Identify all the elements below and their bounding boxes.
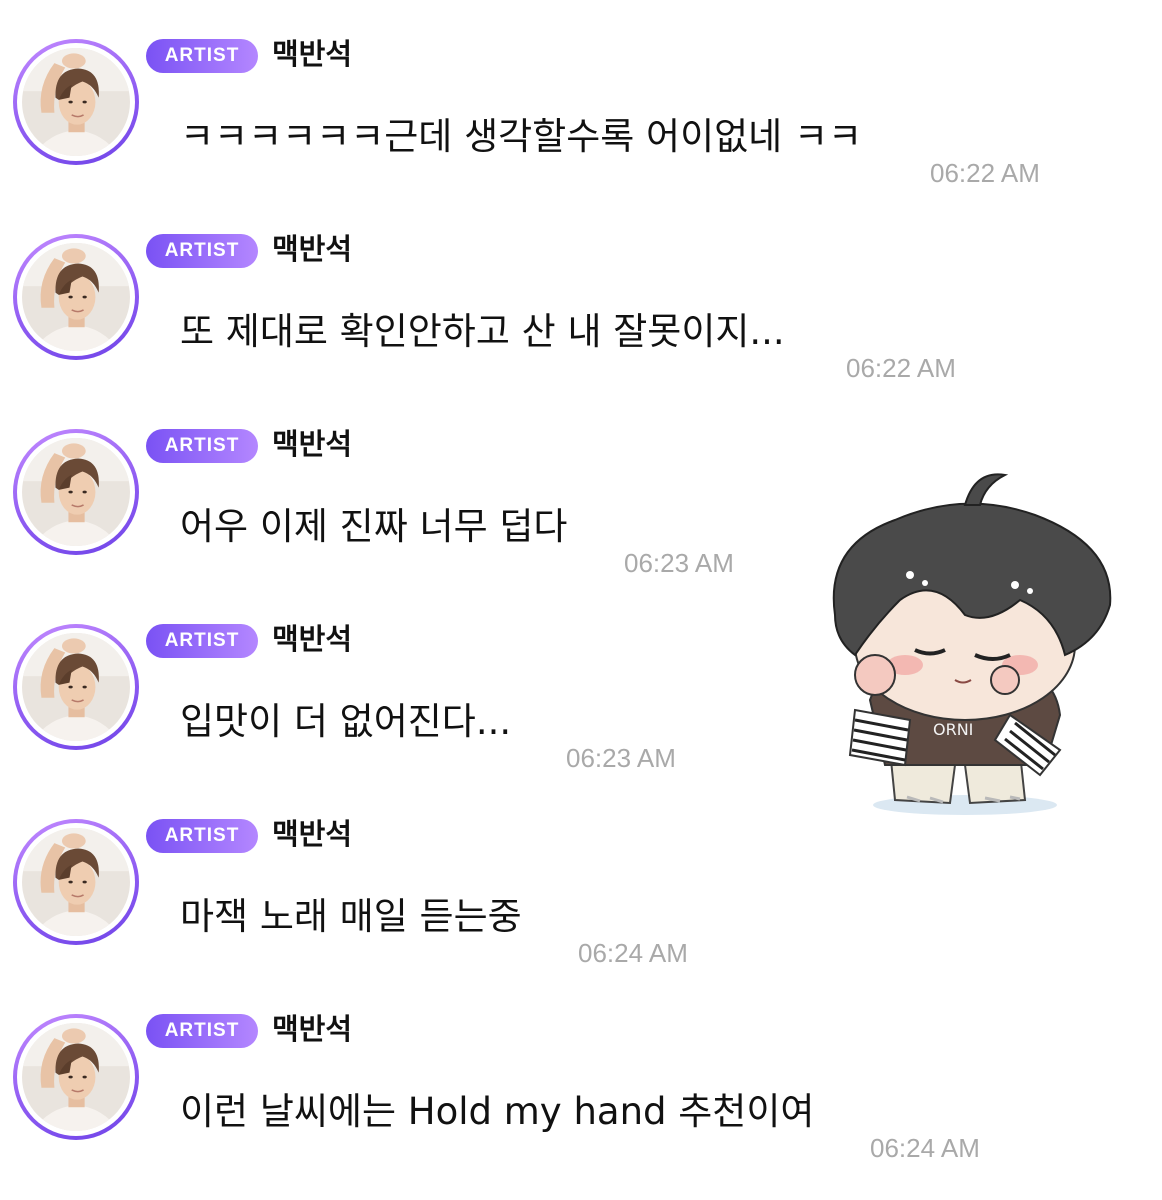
message-timestamp: 06:22 AM (930, 158, 1040, 188)
sender-name: 맥반석 (272, 1012, 353, 1046)
message-timestamp: 06:23 AM (566, 743, 676, 773)
avatar-photo-icon (22, 243, 130, 351)
artist-badge: ARTIST (146, 234, 258, 268)
message-timestamp: 06:23 AM (624, 548, 734, 578)
avatar-photo-icon (22, 633, 130, 741)
message-text: 이런 날씨에는 Hold my hand 추천이여 (180, 1090, 815, 1133)
avatar[interactable] (13, 39, 139, 165)
message-timestamp: 06:24 AM (870, 1133, 980, 1163)
avatar[interactable] (13, 624, 139, 750)
sender-name: 맥반석 (272, 817, 353, 851)
avatar[interactable] (13, 429, 139, 555)
sticker-shirt-text: ORNI (933, 720, 973, 739)
artist-badge: ARTIST (146, 819, 258, 853)
sender-name: 맥반석 (272, 427, 353, 461)
avatar[interactable] (13, 1014, 139, 1140)
message-text: 또 제대로 확인안하고 산 내 잘못이지... (180, 310, 785, 353)
sender-name: 맥반석 (272, 37, 353, 71)
message-text: 어우 이제 진짜 너무 덥다 (180, 505, 568, 548)
artist-badge: ARTIST (146, 39, 258, 73)
message-timestamp: 06:22 AM (846, 353, 956, 383)
artist-badge: ARTIST (146, 1014, 258, 1048)
avatar-photo-icon (22, 48, 130, 156)
avatar[interactable] (13, 234, 139, 360)
message-timestamp: 06:24 AM (578, 938, 688, 968)
chat-message: ARTIST 맥반석 ㅋㅋㅋㅋㅋㅋ근데 생각할수록 어이없네 ㅋㅋ 06:22 … (0, 0, 1162, 195)
chat-message: ARTIST 맥반석 또 제대로 확인안하고 산 내 잘못이지... 06:22… (0, 195, 1162, 390)
sender-name: 맥반석 (272, 232, 353, 266)
chat-message: ARTIST 맥반석 이런 날씨에는 Hold my hand 추천이여 06:… (0, 975, 1162, 1170)
message-text: 입맛이 더 없어진다... (180, 700, 512, 743)
avatar[interactable] (13, 819, 139, 945)
avatar-photo-icon (22, 438, 130, 546)
avatar-photo-icon (22, 828, 130, 936)
chibi-character-sticker-icon: ORNI (832, 473, 1112, 815)
avatar-photo-icon (22, 1023, 130, 1131)
sender-name: 맥반석 (272, 622, 353, 656)
artist-badge: ARTIST (146, 429, 258, 463)
artist-badge: ARTIST (146, 624, 258, 658)
message-text: 마잭 노래 매일 듣는중 (180, 895, 522, 938)
message-text: ㅋㅋㅋㅋㅋㅋ근데 생각할수록 어이없네 ㅋㅋ (180, 115, 863, 158)
